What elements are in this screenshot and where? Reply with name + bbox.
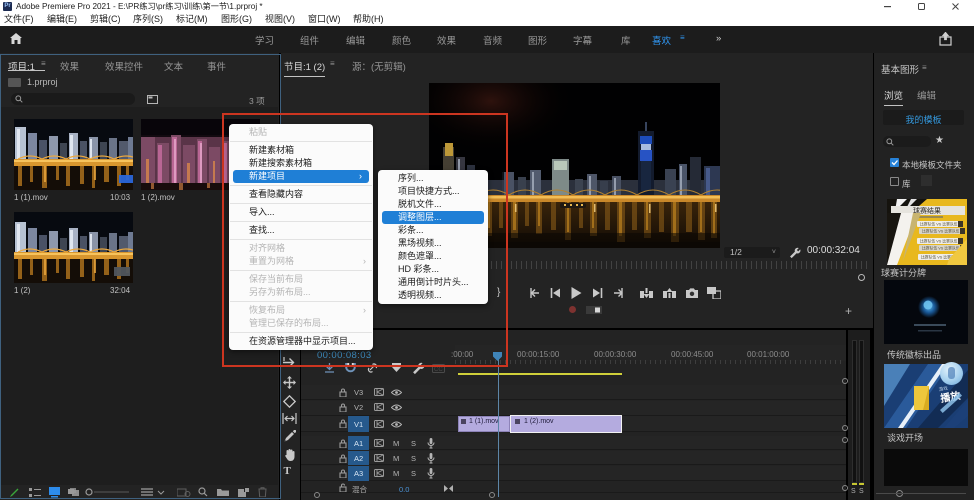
svg-text:比赛队伍 VS 比赛队伍: 比赛队伍 VS 比赛队伍 [922,229,960,234]
svg-text:比赛队伍 VS 比赛队伍: 比赛队伍 VS 比赛队伍 [920,222,958,227]
svg-text:比赛队伍 VS 比赛队伍: 比赛队伍 VS 比赛队伍 [922,246,960,251]
svg-text:比赛队伍 VS 比赛队伍: 比赛队伍 VS 比赛队伍 [920,239,958,244]
svg-text:CC: CC [434,367,443,373]
